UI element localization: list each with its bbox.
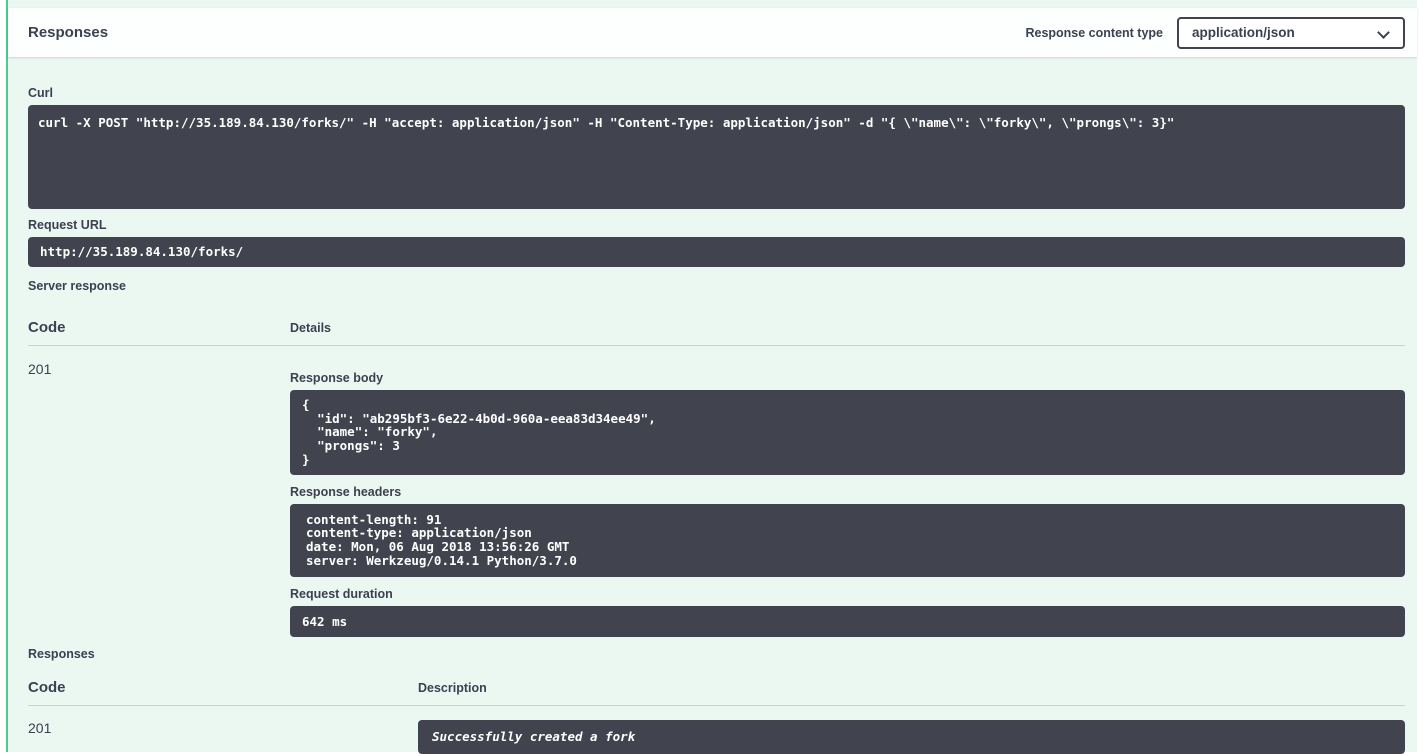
request-url-label: Request URL [28,218,1405,232]
response-headers-block: content-length: 91 content-type: applica… [290,504,1405,577]
server-response-table-header: Code Details [28,319,1405,346]
responses-table-row: 201 Successfully created a fork [28,706,1405,754]
server-response-label: Server response [28,279,1405,293]
server-response-details: Response body { "id": "ab295bf3-6e22-4b0… [290,361,1405,638]
request-url-block: http://35.189.84.130/forks/ [28,237,1405,267]
request-duration-block: 642 ms [290,606,1405,638]
responses-code-header: Code [28,679,418,696]
post-opblock: Responses Response content type applicat… [6,0,1417,752]
response-content-type-label: Response content type [1025,26,1163,40]
responses-table-label: Responses [28,647,1405,661]
responses-title: Responses [28,24,108,41]
request-duration-label: Request duration [290,587,1405,601]
server-response-row: 201 Response body { "id": "ab295bf3-6e22… [28,346,1405,638]
response-headers-label: Response headers [290,485,1405,499]
opblock-top-strip [8,0,1417,8]
response-description-block: Successfully created a fork [418,720,1405,754]
server-response-code-header: Code [28,319,290,336]
response-body-block: { "id": "ab295bf3-6e22-4b0d-960a-eea83d3… [290,390,1405,475]
response-content-type-value: application/json [1192,25,1295,40]
responses-table-header: Code Description [28,679,1405,706]
chevron-down-icon [1377,26,1390,39]
responses-row-description-cell: Successfully created a fork [418,720,1405,754]
response-content-type-select[interactable]: application/json [1177,17,1405,49]
responses-section-header: Responses Response content type applicat… [8,8,1417,57]
curl-label: Curl [28,86,1405,100]
content-type-wrapper: Response content type application/json [1025,17,1405,49]
responses-body: Curl curl -X POST "http://35.189.84.130/… [8,57,1417,754]
curl-command-block: curl -X POST "http://35.189.84.130/forks… [28,105,1405,209]
response-body-label: Response body [290,371,1405,385]
server-response-code: 201 [28,361,290,638]
responses-description-header: Description [418,681,1405,695]
responses-row-code: 201 [28,720,418,754]
server-response-details-header: Details [290,321,1405,335]
